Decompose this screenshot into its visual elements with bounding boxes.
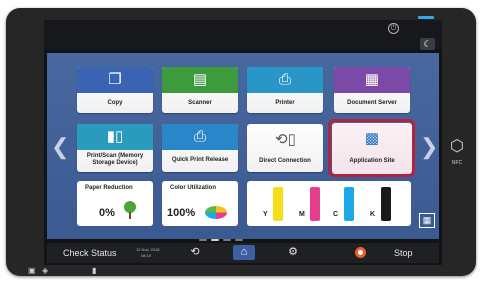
tree-icon bbox=[123, 201, 137, 219]
page-dot bbox=[199, 239, 207, 241]
page-dot bbox=[235, 239, 243, 241]
toner-yellow-bar bbox=[273, 187, 283, 221]
toner-black-bar bbox=[381, 187, 391, 221]
scanner-icon: ▤ bbox=[192, 71, 208, 88]
gear-icon[interactable]: ⚙ bbox=[284, 245, 302, 259]
lock-icon: ▣ bbox=[28, 266, 36, 275]
home-icon[interactable]: ⌂ bbox=[233, 245, 255, 260]
app-list-icon[interactable]: ▦ bbox=[419, 213, 435, 228]
stop-button[interactable]: Stop bbox=[394, 247, 413, 259]
data-in-icon: ▮ bbox=[92, 266, 97, 275]
screen-top-bar bbox=[44, 20, 442, 50]
toner-cyan-bar bbox=[344, 187, 354, 221]
color-utilization-widget: Color Utilization 100% bbox=[162, 181, 238, 226]
page-prev-arrow[interactable]: ❮ bbox=[51, 136, 69, 158]
scanner-app-tile[interactable]: ▤ Scanner bbox=[162, 67, 238, 113]
copy-icon: ❐ bbox=[108, 71, 122, 88]
toner-magenta-bar bbox=[310, 187, 320, 221]
back-icon[interactable]: ⟲ bbox=[186, 245, 204, 259]
time-display: 08:15 bbox=[141, 253, 152, 258]
copy-app-tile[interactable]: ❐ Copy bbox=[77, 67, 153, 113]
page-dot-active bbox=[211, 239, 219, 241]
memory-storage-icon: ▮▯ bbox=[106, 128, 124, 145]
status-light bbox=[418, 16, 434, 19]
energy-saver-button[interactable]: ☾ bbox=[420, 38, 435, 50]
print-scan-memory-app-tile[interactable]: ▮▯ Print/Scan (Memory Storage Device) bbox=[77, 124, 153, 172]
nfc-icon: ⬡ bbox=[450, 138, 464, 155]
moon-icon: ☾ bbox=[423, 39, 432, 49]
printer-app-tile[interactable]: ⎙ Printer bbox=[247, 67, 323, 113]
sleep-icon: ◈ bbox=[42, 266, 49, 275]
color-pie-icon bbox=[205, 206, 227, 219]
date-display: 12 Nov, 2018 bbox=[136, 247, 160, 252]
page-dot bbox=[223, 239, 231, 241]
direct-connection-app-tile[interactable]: ⟲▯ Direct Connection bbox=[247, 124, 323, 172]
printer-icon: ⎙ bbox=[278, 71, 291, 88]
check-status-button[interactable]: Check Status bbox=[63, 247, 117, 259]
quick-print-release-app-tile[interactable]: ⎙ Quick Print Release bbox=[162, 124, 238, 172]
power-icon[interactable]: ⏻ bbox=[388, 23, 399, 34]
paper-reduction-widget: Paper Reduction 0% bbox=[77, 181, 153, 226]
stop-icon[interactable] bbox=[355, 247, 366, 258]
application-site-highlight bbox=[328, 119, 415, 177]
direct-connection-icon: ⟲▯ bbox=[275, 131, 296, 148]
document-server-app-tile[interactable]: ▦ Document Server bbox=[334, 67, 410, 113]
quick-print-icon: ⎙ bbox=[193, 128, 206, 145]
page-next-arrow[interactable]: ❯ bbox=[420, 136, 438, 158]
document-server-icon: ▦ bbox=[364, 71, 380, 88]
